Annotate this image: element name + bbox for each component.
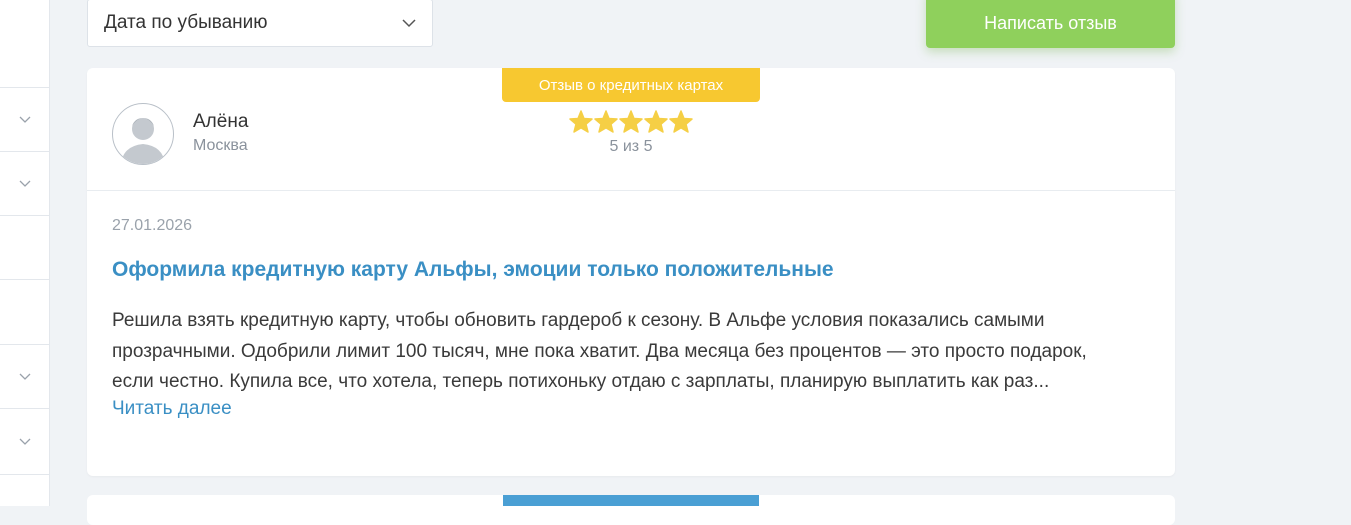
author-name: Алёна [193,111,249,132]
star-icon [619,110,643,133]
card-divider [87,190,1175,191]
rating-stars [569,110,693,133]
rating-text: 5 из 5 [609,138,653,155]
sidebar-item-expand[interactable] [0,88,49,152]
chevron-down-icon [19,180,30,187]
category-badge: Отзыв о кредитных картах [502,68,760,102]
review-body-line: Решила взять кредитную карту, чтобы обно… [112,310,1045,331]
category-badge [503,495,759,506]
sort-select-value: Дата по убыванию [104,12,268,33]
sidebar-section [0,0,49,88]
sidebar-item[interactable] [0,280,49,345]
chevron-down-icon [19,116,30,123]
review-date: 27.01.2026 [112,217,193,234]
star-icon [669,110,693,133]
sidebar-item[interactable] [0,216,49,280]
chevron-down-icon [19,373,30,380]
author-city: Москва [193,137,248,154]
read-more-link[interactable]: Читать далее [112,398,232,420]
star-icon [569,110,593,133]
sort-select[interactable]: Дата по убыванию [87,0,433,47]
left-sidebar [0,0,50,506]
sidebar-item-expand[interactable] [0,409,49,475]
review-title[interactable]: Оформила кредитную карту Альфы, эмоции т… [112,258,834,282]
review-body-line: прозрачными. Одобрили лимит 100 тысяч, м… [112,340,1087,362]
review-body: Решила взять кредитную карту, чтобы обно… [112,306,1152,398]
write-review-button[interactable]: Написать отзыв [926,0,1175,48]
sidebar-item-expand[interactable] [0,152,49,216]
review-body-line: если честно. Купила все, что хотела, теп… [112,371,1050,392]
user-avatar-icon [112,103,174,165]
chevron-down-icon [19,438,30,445]
sidebar-item-expand[interactable] [0,345,49,409]
star-icon [644,110,668,133]
chevron-down-icon [402,18,416,27]
star-icon [594,110,618,133]
